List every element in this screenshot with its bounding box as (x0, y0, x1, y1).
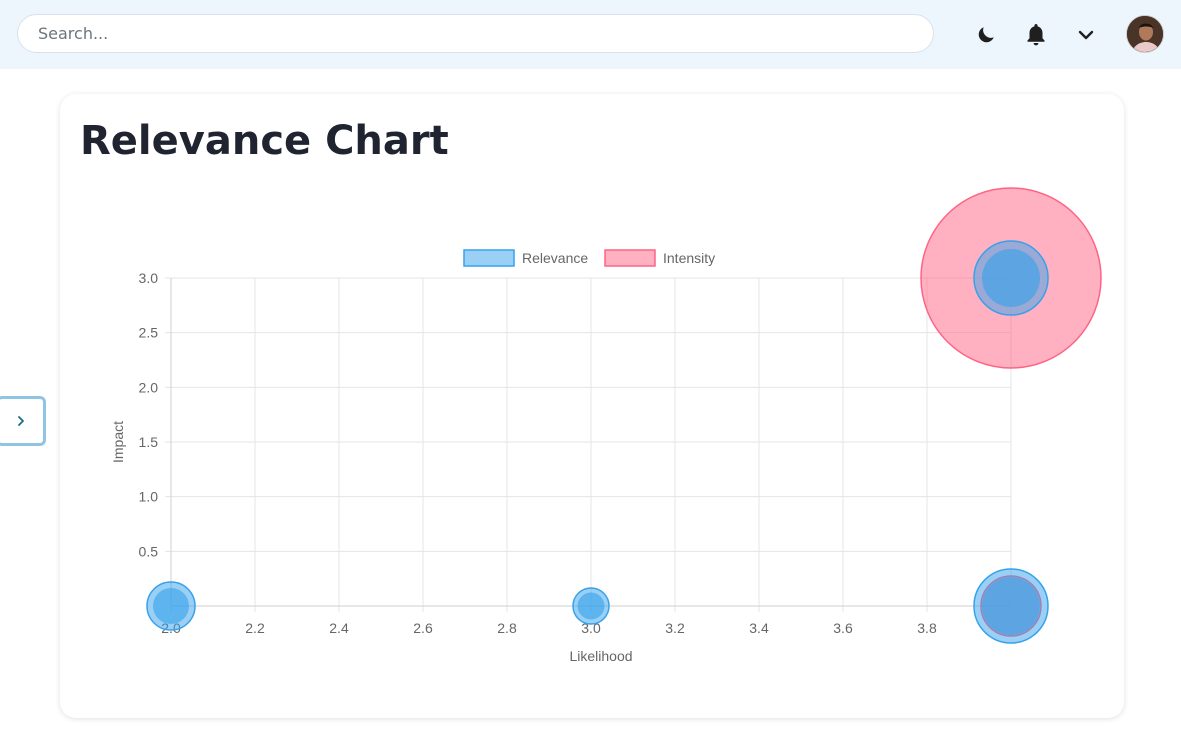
legend-label: Intensity (663, 250, 715, 266)
y-tick-label: 2.0 (139, 379, 159, 395)
y-tick-label: 2.5 (139, 325, 159, 341)
x-tick-label: 2.6 (413, 620, 433, 636)
x-tick-label: 2.8 (497, 620, 517, 636)
x-tick-label: 3.4 (749, 620, 769, 636)
relevance-bubble-chart: 2.0 2.2 2.4 2.6 2.8 3.0 3.2 3.4 3.6 3.8 0.5 1.0 1.5 2… (110, 187, 1102, 664)
x-tick-label: 3.8 (917, 620, 937, 636)
y-tick-label: 1.5 (139, 434, 159, 450)
y-tick-label: 3.0 (139, 270, 159, 286)
y-axis-title: Impact (110, 421, 126, 463)
y-tick-label: 0.5 (139, 543, 159, 559)
legend-swatch (604, 249, 656, 267)
relevance-bubble-core (982, 577, 1040, 635)
legend-swatch (463, 249, 515, 267)
relevance-bubble-core (153, 588, 189, 624)
legend-label: Relevance (522, 250, 588, 266)
relevance-bubble-core (982, 249, 1040, 307)
x-tick-label: 2.2 (245, 620, 265, 636)
y-tick-label: 1.0 (139, 489, 159, 505)
x-tick-label: 3.2 (665, 620, 685, 636)
x-tick-label: 2.4 (329, 620, 349, 636)
relevance-bubble-core (577, 592, 605, 620)
x-axis-title: Likelihood (569, 648, 632, 664)
x-tick-label: 3.6 (833, 620, 853, 636)
